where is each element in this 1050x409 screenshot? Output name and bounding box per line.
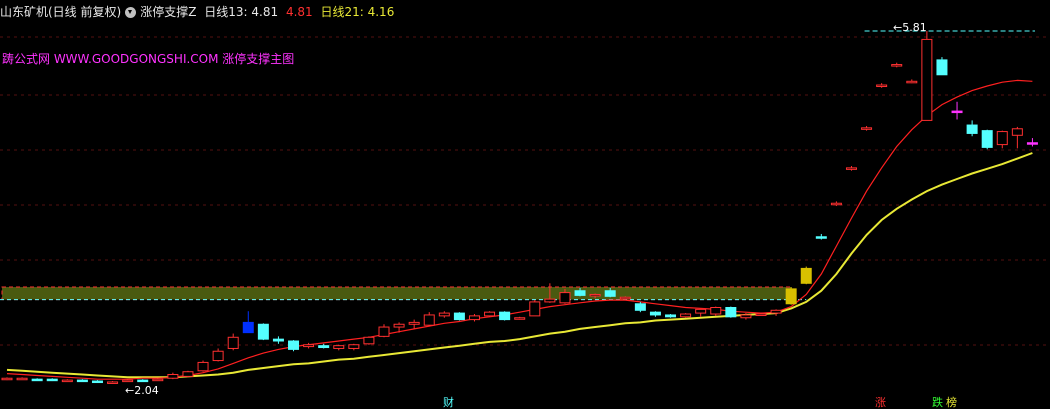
candle-body (303, 344, 315, 348)
indicator-name[interactable]: 涨停支撑Z (140, 5, 196, 19)
candle-body (76, 379, 88, 383)
candle-body (16, 377, 28, 381)
candle-body (499, 311, 511, 321)
candle-body (242, 321, 254, 334)
candle-body (137, 379, 149, 383)
candle-body (31, 378, 43, 382)
candle-body (91, 380, 103, 384)
candle-body (393, 323, 405, 328)
high-price-marker: ←5.81 (893, 21, 927, 34)
candle-body (649, 311, 661, 316)
candle-body (785, 288, 797, 305)
candle-body (906, 80, 918, 84)
candle-body (46, 378, 58, 382)
arrow-left-icon: ← (125, 384, 135, 397)
candle-body (845, 167, 857, 170)
candle-body (574, 290, 586, 296)
candle-body (680, 313, 692, 318)
candle-body (755, 313, 767, 317)
candle-body (951, 110, 963, 114)
candle-body (378, 326, 390, 337)
candle-body (363, 336, 375, 345)
candle-body (122, 379, 134, 383)
candle-body (861, 127, 873, 130)
candle-body (514, 317, 526, 320)
candle-body (604, 290, 616, 297)
candle-body (921, 38, 933, 121)
ma13-label: 日线13: 4.81 (204, 5, 279, 19)
candle-body (484, 311, 496, 317)
finance-tag[interactable]: 财 (443, 397, 454, 409)
ma21-label: 日线21: 4.16 (320, 5, 395, 19)
candle-body (107, 381, 119, 384)
ma21-line (6, 152, 1033, 379)
candle-body (619, 296, 631, 300)
rank-tag[interactable]: 榜 (946, 397, 957, 409)
candle-body (182, 371, 194, 377)
candle-body (815, 236, 827, 239)
candle-body (634, 303, 646, 311)
candle-body (288, 340, 300, 350)
watermark-text: 踌公式网 WWW.GOODGONGSHI.COM 涨停支撑主图 (2, 52, 295, 66)
candle-body (197, 361, 209, 372)
candle-body (61, 379, 73, 383)
candle-body (966, 124, 978, 134)
candle-body (770, 309, 782, 314)
candle-body (438, 312, 450, 317)
stock-title[interactable]: 山东矿机(日线 前复权) (0, 5, 121, 19)
candle-body (1, 377, 13, 381)
candle-body (665, 314, 677, 318)
dropdown-icon[interactable] (125, 7, 137, 18)
candle-body (408, 321, 420, 325)
candle-body (891, 64, 903, 67)
candle-body (348, 344, 360, 349)
candle-body (1026, 142, 1038, 145)
candle-body (800, 267, 812, 284)
limit-up-tag[interactable]: 涨 (875, 397, 886, 409)
candle-body (468, 315, 480, 321)
candle-body (529, 301, 541, 317)
candle-body (453, 312, 465, 321)
ma13-current: 4.81 (285, 5, 313, 19)
candle-body (710, 306, 722, 315)
ma13-line (6, 79, 1033, 380)
candle-body (318, 345, 330, 349)
candle-body (589, 293, 601, 297)
candle-body (167, 374, 179, 379)
candle-body (876, 84, 888, 88)
candle-body (272, 338, 284, 342)
candle-body (695, 308, 707, 314)
candle-body (257, 323, 269, 340)
support-zone (1, 286, 792, 301)
candle-body (559, 292, 571, 304)
candle-body (725, 306, 737, 318)
candle-body (212, 350, 224, 362)
candle-body (981, 130, 993, 148)
candle-body (423, 314, 435, 326)
candle-body (544, 298, 556, 303)
arrow-left-icon: ← (893, 21, 903, 34)
candle-body (333, 345, 345, 349)
candle-body (227, 336, 239, 349)
candle-body (936, 59, 948, 76)
candle-body (152, 378, 164, 382)
low-price-marker: ←2.04 (125, 384, 159, 397)
candle-body (830, 202, 842, 206)
candle-body (1011, 128, 1023, 136)
candle-body (996, 131, 1008, 146)
chart-header: 山东矿机(日线 前复权) 涨停支撑Z 日线13: 4.81 4.81 日线21: … (0, 3, 398, 21)
candle-body (740, 314, 752, 319)
drop-tag[interactable]: 跌 (932, 397, 943, 409)
